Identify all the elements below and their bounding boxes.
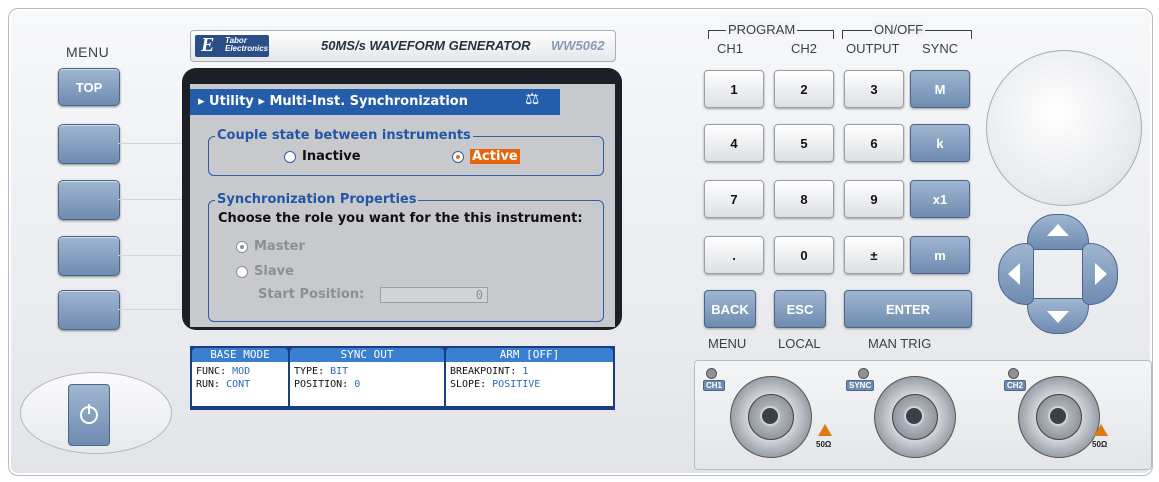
tabor-logo: E Tabor Electronics bbox=[195, 34, 269, 57]
sync-properties-group: Synchronization Properties Choose the ro… bbox=[208, 192, 604, 322]
key-9[interactable]: 9 bbox=[844, 180, 904, 218]
radio-circle-icon bbox=[236, 265, 248, 278]
ch1-impedance: 50Ω bbox=[816, 440, 832, 449]
softkey-line bbox=[118, 309, 188, 310]
sync-bnc-connector[interactable] bbox=[866, 368, 962, 464]
softkey-line bbox=[118, 199, 188, 200]
back-button[interactable]: BACK bbox=[704, 290, 756, 328]
softkey-2[interactable] bbox=[58, 180, 120, 220]
menu-label: MENU bbox=[66, 44, 110, 60]
enter-button[interactable]: ENTER bbox=[844, 290, 972, 328]
start-position-field[interactable]: 0 bbox=[380, 287, 488, 303]
status-base-mode: BASE MODE FUNC: MOD RUN: CONT bbox=[192, 348, 288, 408]
warning-icon bbox=[818, 424, 832, 436]
arrow-right-icon bbox=[1095, 263, 1107, 285]
ch2-label: CH2 bbox=[791, 41, 818, 56]
key-kilo[interactable]: k bbox=[910, 124, 970, 162]
key-decimal[interactable]: . bbox=[704, 236, 764, 274]
key-4[interactable]: 4 bbox=[704, 124, 764, 162]
radio-master[interactable]: Master bbox=[236, 239, 305, 254]
sync-properties-title: Synchronization Properties bbox=[215, 192, 419, 207]
key-0[interactable]: 0 bbox=[774, 236, 834, 274]
key-2[interactable]: 2 bbox=[774, 70, 834, 108]
role-prompt: Choose the role you want for the this in… bbox=[218, 211, 583, 226]
ch2-impedance: 50Ω bbox=[1092, 440, 1108, 449]
menu-sub-label: MENU bbox=[708, 336, 747, 351]
output-label: OUTPUT bbox=[846, 41, 900, 56]
arrow-down-button[interactable] bbox=[1027, 298, 1089, 334]
couple-state-group: Couple state between instruments Inactiv… bbox=[208, 128, 604, 176]
esc-button[interactable]: ESC bbox=[774, 290, 826, 328]
key-plus-minus[interactable]: ± bbox=[844, 236, 904, 274]
status-bar: BASE MODE FUNC: MOD RUN: CONT SYNC OUT T… bbox=[190, 346, 615, 410]
key-mega[interactable]: M bbox=[910, 70, 970, 108]
status-arm: ARM [OFF] BREAKPOINT: 1 SLOPE: POSITIVE bbox=[446, 348, 613, 408]
softkey-1[interactable] bbox=[58, 124, 120, 164]
device-title: 50MS/s WAVEFORM GENERATOR bbox=[321, 38, 531, 53]
lcd-screen: ▸ Utility ▸ Multi-Inst. Synchronization … bbox=[190, 84, 615, 327]
key-milli[interactable]: m bbox=[910, 236, 970, 274]
radio-inactive[interactable]: Inactive bbox=[284, 149, 361, 164]
key-1[interactable]: 1 bbox=[704, 70, 764, 108]
key-8[interactable]: 8 bbox=[774, 180, 834, 218]
local-sub-label: LOCAL bbox=[778, 336, 821, 351]
radio-selected-icon bbox=[452, 150, 464, 163]
mantrig-sub-label: MAN TRIG bbox=[868, 336, 932, 351]
arrow-left-icon bbox=[1008, 263, 1020, 285]
softkey-3[interactable] bbox=[58, 236, 120, 276]
radio-active[interactable]: Active bbox=[452, 149, 520, 164]
power-button[interactable] bbox=[68, 384, 110, 446]
top-button[interactable]: TOP bbox=[58, 68, 120, 106]
onoff-label: ON/OFF bbox=[872, 22, 926, 37]
arrow-right-button[interactable] bbox=[1082, 243, 1118, 305]
radio-circle-icon bbox=[284, 150, 296, 163]
program-label: PROGRAM bbox=[726, 22, 798, 37]
warning-icon bbox=[1094, 424, 1108, 436]
sync-label: SYNC bbox=[922, 41, 959, 56]
radio-selected-icon bbox=[236, 240, 248, 253]
brand-header: E Tabor Electronics 50MS/s WAVEFORM GENER… bbox=[190, 30, 616, 62]
rotary-knob[interactable] bbox=[986, 50, 1142, 206]
key-x1[interactable]: x1 bbox=[910, 180, 970, 218]
arrow-up-button[interactable] bbox=[1027, 214, 1089, 250]
arrow-up-icon bbox=[1047, 224, 1069, 236]
key-6[interactable]: 6 bbox=[844, 124, 904, 162]
radio-slave[interactable]: Slave bbox=[236, 264, 294, 279]
key-3[interactable]: 3 bbox=[844, 70, 904, 108]
ch1-label: CH1 bbox=[717, 41, 744, 56]
arrow-keys bbox=[998, 214, 1118, 334]
screen-breadcrumb: ▸ Utility ▸ Multi-Inst. Synchronization bbox=[190, 89, 560, 115]
power-icon bbox=[80, 404, 98, 424]
ch1-led-icon bbox=[706, 368, 717, 379]
arrow-down-icon bbox=[1047, 311, 1069, 323]
key-5[interactable]: 5 bbox=[774, 124, 834, 162]
softkey-line bbox=[118, 255, 188, 256]
ch2-bnc-connector[interactable] bbox=[1010, 368, 1106, 464]
softkey-4[interactable] bbox=[58, 290, 120, 330]
usb-icon: ⚖ bbox=[525, 91, 540, 108]
device-model: WW5062 bbox=[551, 38, 605, 53]
start-position-label: Start Position: bbox=[258, 287, 365, 302]
ch1-bnc-connector[interactable] bbox=[722, 368, 818, 464]
key-7[interactable]: 7 bbox=[704, 180, 764, 218]
couple-state-title: Couple state between instruments bbox=[215, 128, 473, 143]
status-sync-out: SYNC OUT TYPE: BIT POSITION: 0 bbox=[290, 348, 444, 408]
arrow-left-button[interactable] bbox=[998, 243, 1034, 305]
softkey-line bbox=[118, 143, 188, 144]
